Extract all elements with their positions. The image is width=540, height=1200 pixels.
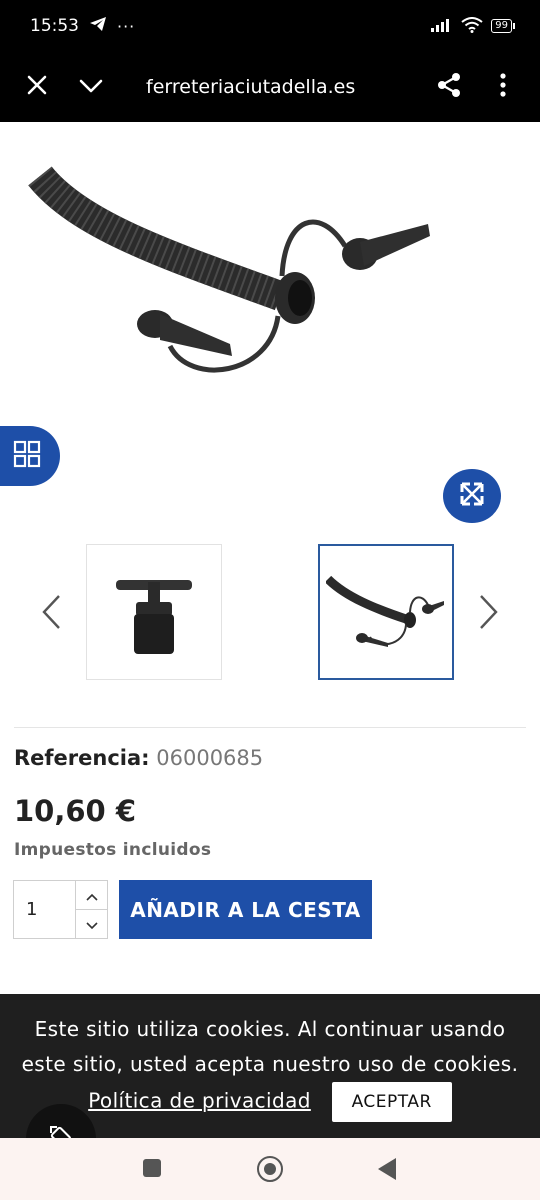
quantity-stepper: [13, 880, 108, 939]
status-time: 15:53: [30, 16, 79, 36]
system-nav-bar: [0, 1138, 540, 1200]
quantity-increase-button[interactable]: [76, 881, 107, 909]
close-button[interactable]: [10, 52, 64, 122]
share-button[interactable]: [422, 52, 476, 122]
overflow-menu-icon: [500, 73, 506, 101]
divider: [14, 727, 526, 728]
status-left: 15:53 ···: [30, 16, 135, 37]
collapse-button[interactable]: [64, 52, 118, 122]
browser-toolbar: ferreteriaciutadella.es: [0, 52, 540, 122]
share-icon: [436, 72, 462, 102]
recents-button[interactable]: [143, 1159, 161, 1177]
gallery-grid-button[interactable]: [0, 426, 60, 486]
quantity-steps: [76, 881, 107, 938]
page-content: Referencia: 06000685 10,60 € Impuestos i…: [0, 122, 540, 1138]
thumbnail-prev-button[interactable]: [36, 592, 66, 636]
wifi-icon: [461, 16, 483, 36]
status-bar: 15:53 ··· 99: [0, 0, 540, 52]
thumbnail-next-button[interactable]: [474, 592, 504, 636]
quantity-input[interactable]: [14, 881, 76, 938]
cookie-message: Este sitio utiliza cookies. Al continuar…: [21, 1017, 519, 1076]
product-main-image[interactable]: [20, 136, 440, 386]
overflow-menu-button[interactable]: [476, 52, 530, 122]
battery-level: 99: [495, 20, 508, 31]
signal-icon: [431, 18, 453, 35]
battery-icon: 99: [491, 19, 515, 33]
more-notifications-icon: ···: [117, 16, 136, 36]
chevron-up-icon: [85, 886, 98, 905]
quantity-decrease-button[interactable]: [76, 909, 107, 938]
accept-cookies-button[interactable]: ACEPTAR: [331, 1082, 452, 1122]
url-text[interactable]: ferreteriaciutadella.es: [146, 76, 422, 98]
product-reference: Referencia: 06000685: [14, 746, 263, 770]
thumbnail-hose[interactable]: [318, 544, 454, 680]
expand-icon: [459, 481, 485, 511]
add-to-cart-button[interactable]: AÑADIR A LA CESTA: [119, 880, 372, 939]
chevron-down-icon: [85, 915, 98, 934]
telegram-icon: [89, 16, 107, 37]
chevron-left-icon: [41, 594, 61, 634]
tax-note: Impuestos incluidos: [14, 840, 212, 860]
product-price: 10,60 €: [14, 794, 137, 828]
reference-label: Referencia:: [14, 746, 150, 770]
reference-value: 06000685: [156, 746, 264, 770]
chevron-down-icon: [79, 78, 103, 97]
privacy-policy-link[interactable]: Política de privacidad: [88, 1089, 311, 1113]
thumbnail-pump[interactable]: [86, 544, 222, 680]
chevron-right-icon: [479, 594, 499, 634]
close-icon: [27, 75, 47, 99]
grid-icon: [13, 440, 41, 472]
status-right: 99: [431, 16, 515, 36]
back-button[interactable]: [378, 1158, 396, 1180]
home-button[interactable]: [257, 1156, 283, 1182]
expand-image-button[interactable]: [443, 469, 501, 523]
